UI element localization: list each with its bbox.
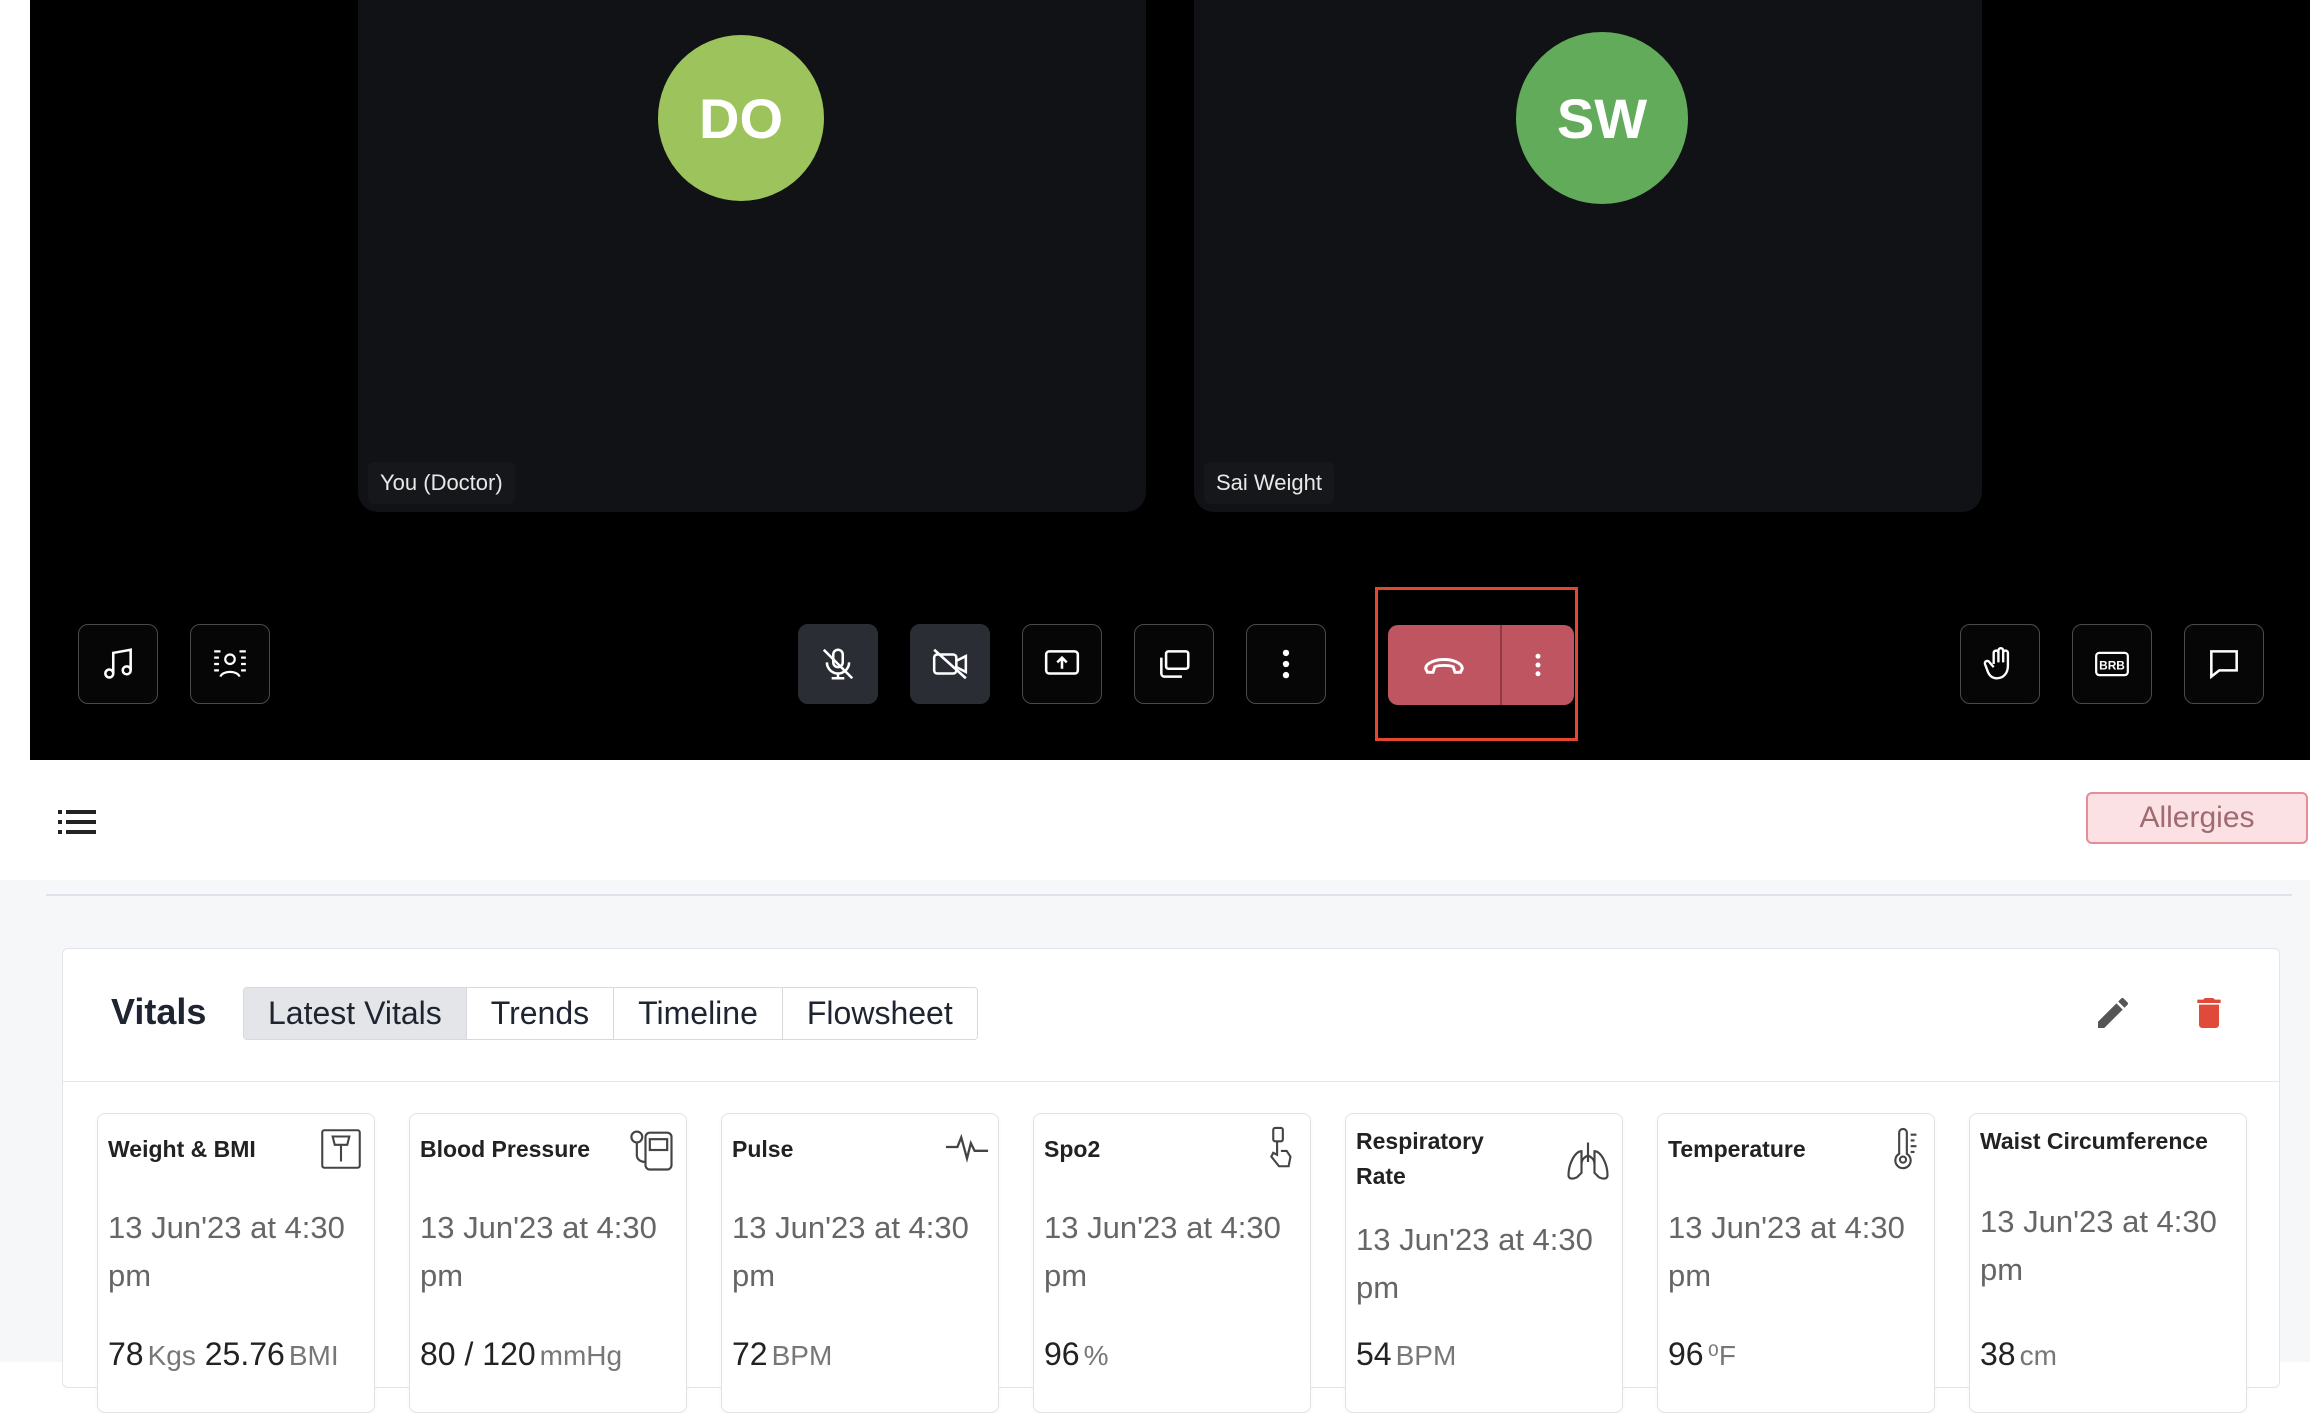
vital-card-value: 80 / 120 mmHg <box>420 1336 622 1373</box>
vital-card-title: Waist Circumference <box>1980 1128 2208 1154</box>
vitals-title: Vitals <box>111 991 207 1032</box>
scale-icon <box>321 1129 361 1169</box>
vital-value: 96 <box>1668 1336 1704 1372</box>
vital-card-date: 13 Jun'23 at 4:30 pm <box>108 1210 345 1293</box>
tab-timeline[interactable]: Timeline <box>614 988 783 1039</box>
vital-card-value: 96% <box>1044 1336 1109 1373</box>
vital-value: 80 / 120 <box>420 1336 536 1372</box>
lungs-icon <box>1567 1142 1609 1180</box>
vital-card-blood-pressure[interactable]: Blood Pressure 13 Jun'23 at 4:30 pm 80 /… <box>409 1113 687 1413</box>
participant-name-patient: Sai Weight <box>1204 462 1334 504</box>
vital-card-value: 78 Kgs 25.76 BMI <box>108 1336 339 1373</box>
camera-off-icon <box>932 648 968 680</box>
vital-unit: % <box>1083 1340 1109 1371</box>
music-button[interactable] <box>78 624 158 704</box>
vital-value: 78 <box>108 1336 144 1372</box>
vital-card-value: 72 BPM <box>732 1336 832 1373</box>
vital-card-title: Blood Pressure <box>420 1136 590 1162</box>
camera-toggle-button[interactable] <box>910 624 990 704</box>
vital-card-title: Weight & BMI <box>108 1136 256 1162</box>
vital-card-waist-circumference[interactable]: Waist Circumference 13 Jun'23 at 4:30 pm… <box>1969 1113 2247 1413</box>
vitals-section: Vitals Latest Vitals Trends Timeline Flo… <box>0 880 2310 1413</box>
microphone-off-icon <box>822 648 854 680</box>
highlight-box <box>1375 587 1578 741</box>
vital-card-pulse[interactable]: Pulse 13 Jun'23 at 4:30 pm 72 BPM <box>721 1113 999 1413</box>
vital-value: 72 <box>732 1336 768 1372</box>
vital-card-value: 96 ⁰F <box>1668 1336 1736 1373</box>
background-blur-icon <box>214 650 246 678</box>
vital-card-date: 13 Jun'23 at 4:30 pm <box>1356 1222 1593 1305</box>
tab-flowsheet[interactable]: Flowsheet <box>782 988 977 1039</box>
vital-card-title: Pulse <box>732 1136 794 1162</box>
chat-button[interactable] <box>2184 624 2264 704</box>
vitals-panel: Vitals Latest Vitals Trends Timeline Flo… <box>62 948 2280 1413</box>
vital-value-secondary: 25.76 <box>204 1336 285 1372</box>
music-note-icon <box>104 648 132 679</box>
vital-card-title: Spo2 <box>1044 1136 1101 1162</box>
thermometer-icon <box>1894 1127 1917 1170</box>
avatar-patient: SW <box>1516 32 1688 204</box>
vital-card-value: 54 BPM <box>1356 1336 1456 1373</box>
vital-unit: mmHg <box>539 1340 623 1371</box>
picture-in-picture-icon <box>1160 650 1190 678</box>
background-effects-button[interactable] <box>190 624 270 704</box>
chat-icon <box>2210 650 2238 680</box>
vital-unit: ⁰F <box>1707 1340 1736 1371</box>
section-divider <box>46 894 2292 896</box>
vitals-header: Vitals Latest Vitals Trends Timeline Flo… <box>63 949 2279 1082</box>
vital-unit: Kgs <box>147 1340 196 1371</box>
video-call-area: DO You (Doctor) SW Sai Weight BRB <box>30 0 2310 760</box>
picture-in-picture-button[interactable] <box>1134 624 1214 704</box>
participant-tile-doctor: DO You (Doctor) <box>358 0 1146 512</box>
tab-latest-vitals[interactable]: Latest Vitals <box>244 988 467 1039</box>
list-icon[interactable] <box>58 808 96 836</box>
vitals-tabs: Latest Vitals Trends Timeline Flowsheet <box>243 987 978 1040</box>
avatar-doctor: DO <box>658 35 824 201</box>
finger-oximeter-icon <box>1270 1126 1292 1168</box>
pulse-wave-icon <box>945 1133 989 1164</box>
vital-unit: cm <box>2019 1340 2057 1371</box>
tab-trends[interactable]: Trends <box>466 988 615 1039</box>
raise-hand-button[interactable] <box>1960 624 2040 704</box>
share-screen-button[interactable] <box>1022 624 1102 704</box>
vital-value: 38 <box>1980 1336 2016 1372</box>
vital-card-date: 13 Jun'23 at 4:30 pm <box>420 1210 657 1293</box>
vital-card-date: 13 Jun'23 at 4:30 pm <box>1980 1204 2217 1287</box>
vital-value: 54 <box>1356 1336 1392 1372</box>
vital-unit: BPM <box>771 1340 833 1371</box>
share-screen-icon <box>1044 650 1080 675</box>
vital-card-value: 38 cm <box>1980 1336 2057 1373</box>
vital-card-temperature[interactable]: Temperature 13 Jun'23 at 4:30 pm 96 ⁰F <box>1657 1113 1935 1413</box>
vital-unit-secondary: BMI <box>288 1340 339 1371</box>
edit-icon[interactable] <box>2093 993 2133 1033</box>
vital-card-respiratory-rate[interactable]: Respiratory Rate 13 Jun'23 at 4:30 pm 54… <box>1345 1113 1623 1413</box>
mute-microphone-button[interactable] <box>798 624 878 704</box>
patient-toolbar: Allergies <box>30 760 2310 882</box>
participant-name-doctor: You (Doctor) <box>368 462 515 504</box>
participant-tile-patient: SW Sai Weight <box>1194 0 1982 512</box>
vital-value: 96 <box>1044 1336 1080 1372</box>
raise-hand-icon <box>1983 647 2010 680</box>
vital-card-date: 13 Jun'23 at 4:30 pm <box>1044 1210 1281 1293</box>
svg-text:BRB: BRB <box>2099 659 2125 673</box>
delete-icon[interactable] <box>2189 993 2229 1033</box>
blood-pressure-monitor-icon <box>630 1130 673 1171</box>
vital-card-date: 13 Jun'23 at 4:30 pm <box>732 1210 969 1293</box>
vital-card-weight-bmi[interactable]: Weight & BMI 13 Jun'23 at 4:30 pm 78 Kgs … <box>97 1113 375 1413</box>
vital-card-title: Temperature <box>1668 1136 1806 1162</box>
vital-unit: BPM <box>1395 1340 1457 1371</box>
more-options-button[interactable] <box>1246 624 1326 704</box>
brb-button[interactable]: BRB <box>2072 624 2152 704</box>
allergies-button[interactable]: Allergies <box>2086 792 2308 844</box>
more-vertical-icon <box>1282 649 1290 679</box>
vital-card-spo2[interactable]: Spo2 13 Jun'23 at 4:30 pm 96% <box>1033 1113 1311 1413</box>
vital-card-title: Respiratory Rate <box>1356 1128 1484 1189</box>
vital-card-date: 13 Jun'23 at 4:30 pm <box>1668 1210 1905 1293</box>
brb-icon: BRB <box>2095 651 2129 677</box>
